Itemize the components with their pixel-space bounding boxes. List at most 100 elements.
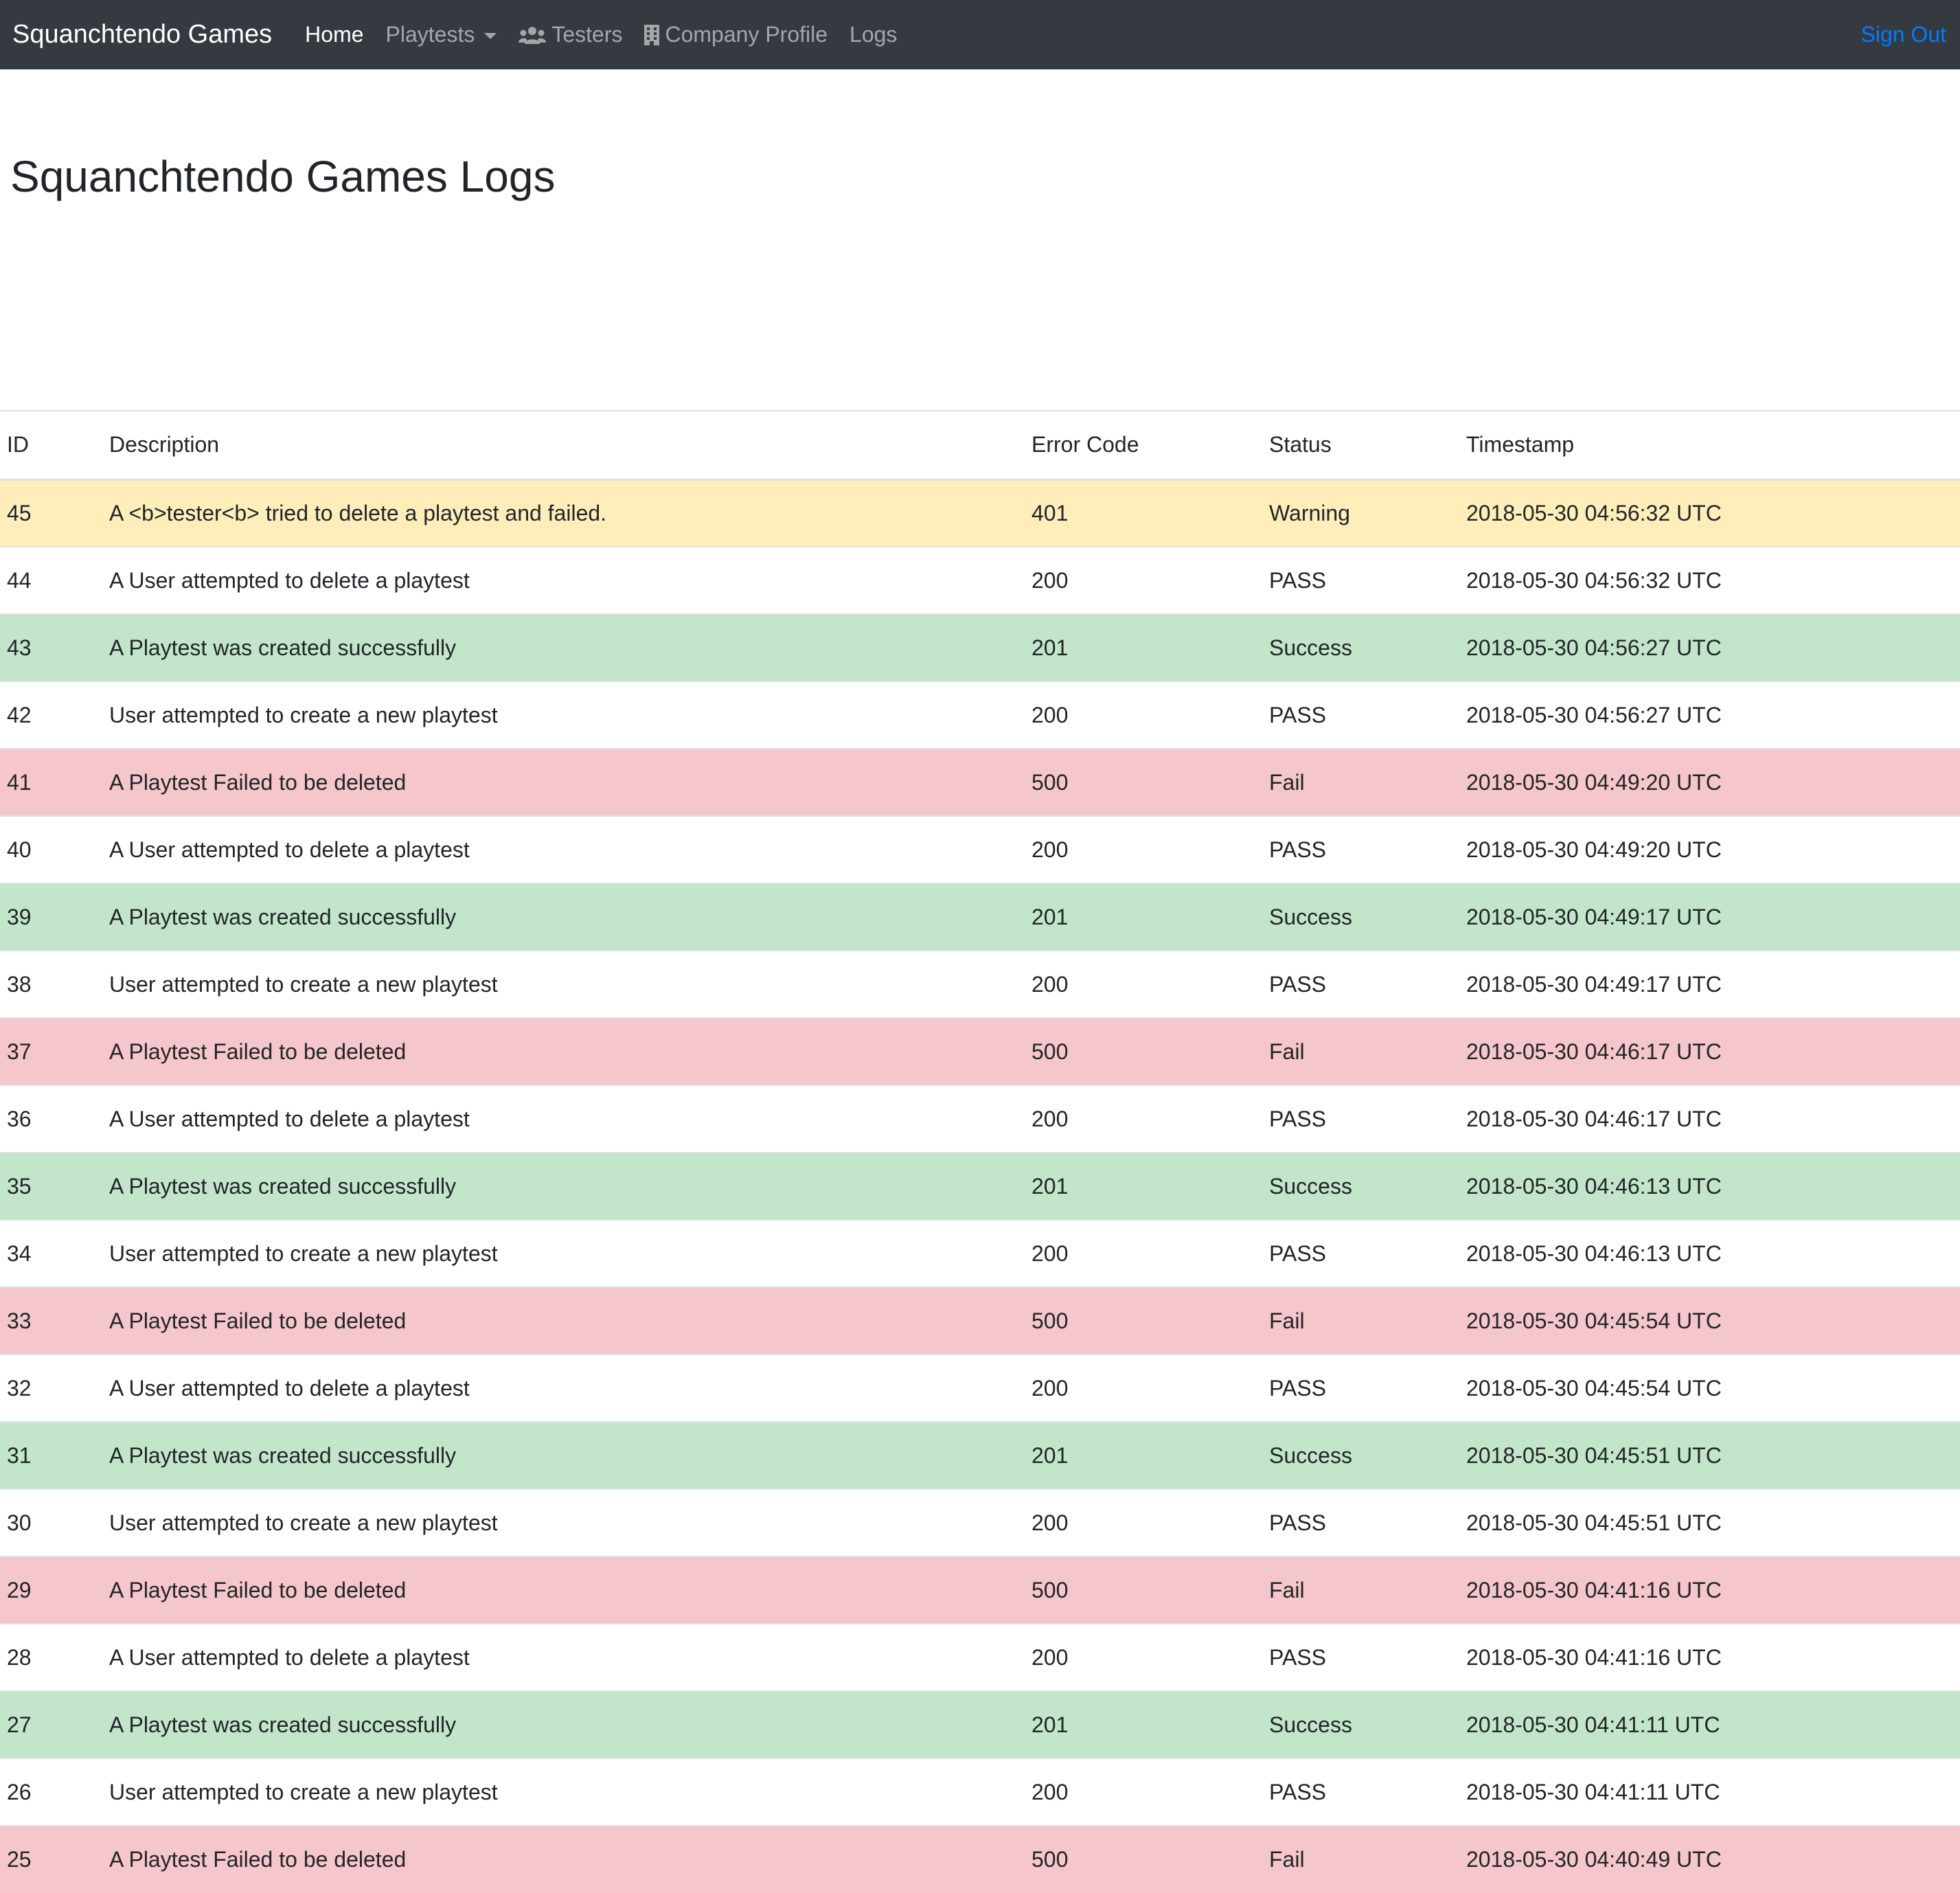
table-body: 45 A <b>tester<b> tried to delete a playt… — [0, 479, 1960, 1893]
cell-id: 32 — [0, 1354, 102, 1422]
nav-home[interactable]: Home — [305, 22, 363, 47]
cell-description: A Playtest was created successfully — [102, 1152, 1025, 1220]
cell-status: PASS — [1262, 815, 1459, 883]
cell-id: 43 — [0, 613, 102, 681]
column-header-description: Description — [102, 410, 1025, 481]
cell-timestamp: 2018-05-30 04:41:16 UTC — [1459, 1556, 1960, 1624]
nav-company-profile[interactable]: Company Profile — [644, 22, 828, 47]
cell-timestamp: 2018-05-30 04:56:32 UTC — [1459, 546, 1960, 614]
nav-company-profile-label: Company Profile — [665, 22, 828, 47]
cell-timestamp: 2018-05-30 04:41:11 UTC — [1459, 1758, 1960, 1826]
cell-description: A Playtest Failed to be deleted — [102, 748, 1025, 816]
cell-error-code: 200 — [1025, 950, 1262, 1018]
table-row: 41 A Playtest Failed to be deleted 500 Fail… — [0, 748, 1960, 816]
top-navbar: Squanchtendo Games Home Playtests Tester… — [0, 0, 1960, 69]
column-header-timestamp: Timestamp — [1459, 410, 1960, 481]
cell-status: Fail — [1262, 1017, 1459, 1085]
cell-error-code: 201 — [1025, 613, 1262, 681]
table-header-row: ID Description Error Code Status Timesta… — [0, 410, 1960, 481]
table-row: 45 A <b>tester<b> tried to delete a playt… — [0, 479, 1960, 547]
cell-description: A Playtest Failed to be deleted — [102, 1556, 1025, 1624]
cell-error-code: 200 — [1025, 681, 1262, 749]
cell-description: A Playtest was created successfully — [102, 1421, 1025, 1489]
cell-id: 45 — [0, 479, 102, 547]
cell-description: A Playtest Failed to be deleted — [102, 1825, 1025, 1893]
cell-error-code: 200 — [1025, 1488, 1262, 1556]
cell-error-code: 200 — [1025, 1623, 1262, 1691]
cell-timestamp: 2018-05-30 04:56:27 UTC — [1459, 613, 1960, 681]
cell-error-code: 500 — [1025, 1556, 1262, 1624]
cell-error-code: 200 — [1025, 1085, 1262, 1153]
cell-timestamp: 2018-05-30 04:46:17 UTC — [1459, 1017, 1960, 1085]
users-icon — [519, 26, 547, 44]
cell-description: A User attempted to delete a playtest — [102, 546, 1025, 614]
building-icon — [644, 24, 660, 45]
table-row: 40 A User attempted to delete a playtest 2… — [0, 815, 1960, 883]
cell-status: PASS — [1262, 1219, 1459, 1287]
cell-id: 35 — [0, 1152, 102, 1220]
cell-status: Success — [1262, 1421, 1459, 1489]
chevron-down-icon — [484, 33, 497, 39]
nav-logs[interactable]: Logs — [850, 22, 897, 47]
cell-id: 31 — [0, 1421, 102, 1489]
cell-status: PASS — [1262, 1085, 1459, 1153]
cell-timestamp: 2018-05-30 04:46:13 UTC — [1459, 1219, 1960, 1287]
table-row: 32 A User attempted to delete a playtest 2… — [0, 1354, 1960, 1422]
cell-id: 42 — [0, 681, 102, 749]
cell-id: 30 — [0, 1488, 102, 1556]
brand-link[interactable]: Squanchtendo Games — [12, 20, 272, 49]
cell-error-code: 200 — [1025, 1758, 1262, 1826]
table-row: 36 A User attempted to delete a playtest 2… — [0, 1085, 1960, 1153]
table-row: 29 A Playtest Failed to be deleted 500 Fail… — [0, 1556, 1960, 1624]
cell-description: A Playtest Failed to be deleted — [102, 1017, 1025, 1085]
nav-testers[interactable]: Testers — [519, 22, 622, 47]
cell-id: 34 — [0, 1219, 102, 1287]
cell-description: User attempted to create a new playtest — [102, 1758, 1025, 1826]
table-row: 42 User attempted to create a new playtes… — [0, 681, 1960, 749]
cell-status: Fail — [1262, 1556, 1459, 1624]
cell-description: A Playtest was created successfully — [102, 1690, 1025, 1758]
cell-status: PASS — [1262, 681, 1459, 749]
nav-logs-label: Logs — [850, 22, 898, 47]
cell-status: PASS — [1262, 1354, 1459, 1422]
cell-timestamp: 2018-05-30 04:40:49 UTC — [1459, 1825, 1960, 1893]
cell-error-code: 200 — [1025, 1219, 1262, 1287]
logs-table: ID Description Error Code Status Timesta… — [0, 410, 1960, 1893]
cell-description: A Playtest was created successfully — [102, 883, 1025, 951]
cell-description: A <b>tester<b> tried to delete a playtes… — [102, 479, 1025, 547]
cell-status: Warning — [1262, 479, 1459, 547]
cell-description: A User attempted to delete a playtest — [102, 1354, 1025, 1422]
cell-timestamp: 2018-05-30 04:41:11 UTC — [1459, 1690, 1960, 1758]
cell-timestamp: 2018-05-30 04:46:17 UTC — [1459, 1085, 1960, 1153]
cell-timestamp: 2018-05-30 04:49:17 UTC — [1459, 950, 1960, 1018]
nav-playtests-label: Playtests — [385, 22, 475, 47]
table-row: 26 User attempted to create a new playtes… — [0, 1758, 1960, 1826]
cell-status: PASS — [1262, 1488, 1459, 1556]
nav-playtests-dropdown[interactable]: Playtests — [386, 22, 497, 47]
cell-error-code: 201 — [1025, 883, 1262, 951]
cell-status: Fail — [1262, 748, 1459, 816]
cell-id: 26 — [0, 1758, 102, 1826]
cell-description: User attempted to create a new playtest — [102, 1219, 1025, 1287]
cell-description: User attempted to create a new playtest — [102, 950, 1025, 1018]
nav-home-label: Home — [305, 22, 364, 47]
table-row: 28 A User attempted to delete a playtest 2… — [0, 1623, 1960, 1691]
cell-error-code: 500 — [1025, 748, 1262, 816]
cell-status: Fail — [1262, 1286, 1459, 1354]
cell-description: A User attempted to delete a playtest — [102, 1623, 1025, 1691]
cell-timestamp: 2018-05-30 04:49:20 UTC — [1459, 748, 1960, 816]
cell-error-code: 500 — [1025, 1825, 1262, 1893]
sign-out-link[interactable]: Sign Out — [1860, 22, 1946, 47]
table-row: 33 A Playtest Failed to be deleted 500 Fail… — [0, 1286, 1960, 1354]
page-title: Squanchtendo Games Logs — [10, 152, 556, 201]
cell-id: 27 — [0, 1690, 102, 1758]
cell-id: 28 — [0, 1623, 102, 1691]
cell-id: 40 — [0, 815, 102, 883]
cell-error-code: 201 — [1025, 1152, 1262, 1220]
cell-error-code: 200 — [1025, 546, 1262, 614]
table-row: 25 A Playtest Failed to be deleted 500 Fail… — [0, 1825, 1960, 1893]
cell-timestamp: 2018-05-30 04:45:54 UTC — [1459, 1286, 1960, 1354]
cell-id: 25 — [0, 1825, 102, 1893]
cell-error-code: 200 — [1025, 1354, 1262, 1422]
cell-timestamp: 2018-05-30 04:49:20 UTC — [1459, 815, 1960, 883]
